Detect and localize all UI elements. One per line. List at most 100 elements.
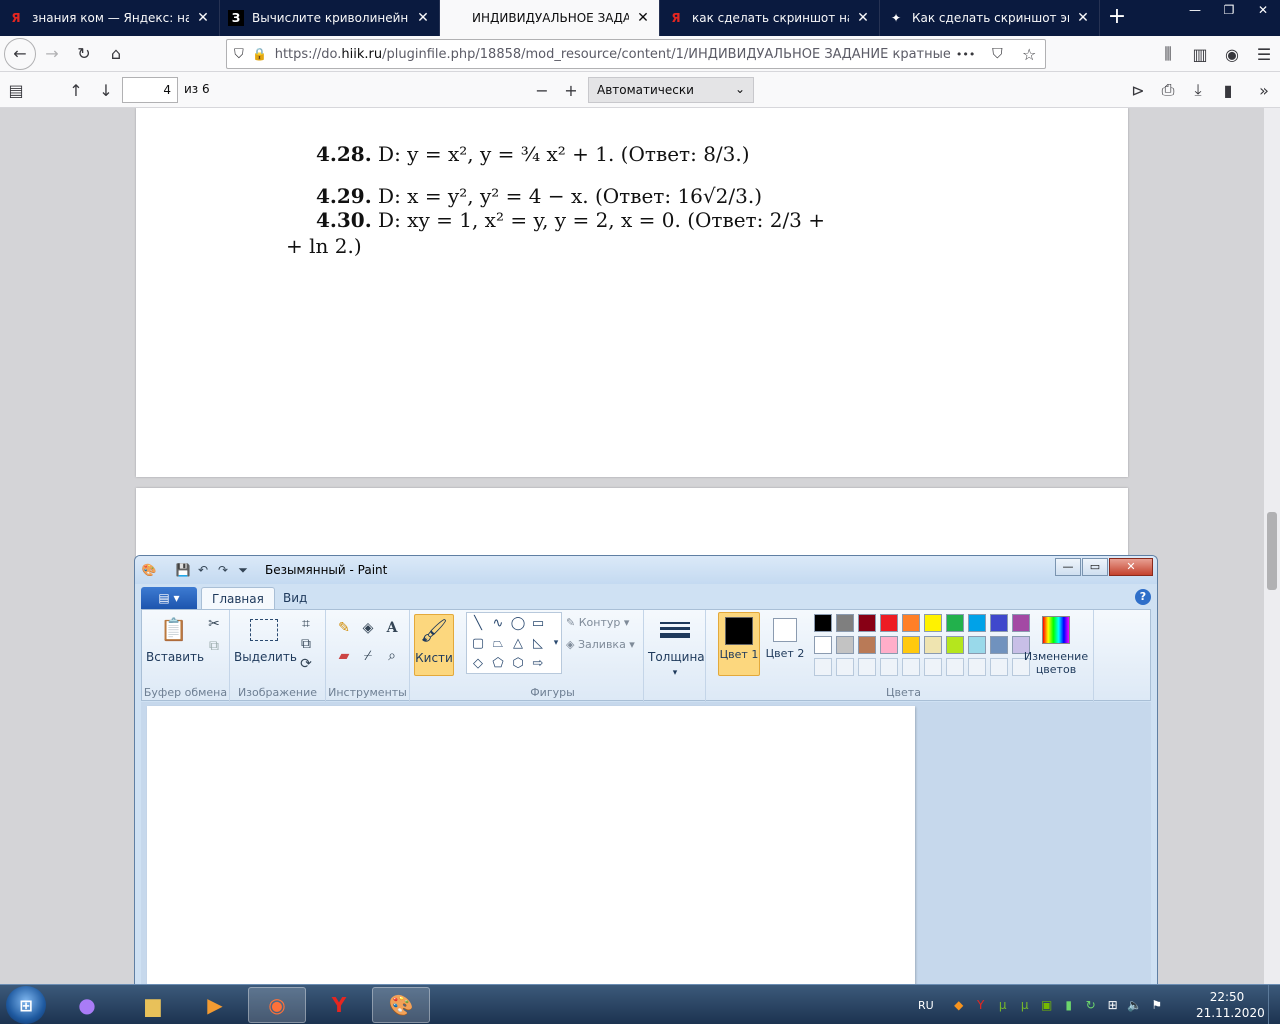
magnifier-icon[interactable]: ⌕ [382, 646, 402, 666]
eraser-icon[interactable]: ▰ [334, 646, 354, 666]
edit-colors-button[interactable]: Изменение цветов [1022, 614, 1090, 676]
home-icon[interactable]: ⌂ [100, 38, 132, 70]
rotate-icon[interactable]: ⟳ [296, 654, 316, 674]
drawing-canvas[interactable] [147, 706, 915, 984]
rounded-rectangle-shape-icon[interactable]: ▢ [469, 634, 487, 652]
library-icon[interactable]: ⫼ [1152, 38, 1184, 70]
forward-button[interactable]: → [36, 38, 68, 70]
custom-color-slot[interactable] [968, 658, 986, 676]
custom-color-slot[interactable] [924, 658, 942, 676]
customize-qat-icon[interactable]: ⏷ [235, 562, 251, 578]
right-triangle-shape-icon[interactable]: ◺ [529, 634, 547, 652]
sidebar-icon[interactable]: ▥ [1184, 38, 1216, 70]
lock-icon[interactable]: 🔒 [251, 38, 269, 70]
browser-tab[interactable]: З Вычислите криволинейный интеграл ✕ [220, 0, 440, 36]
next-page-button[interactable]: ↓ [92, 76, 120, 104]
select-button[interactable]: Выделить [234, 614, 297, 664]
palette-swatch[interactable] [836, 614, 854, 632]
print-icon[interactable]: ⎙ [1154, 76, 1182, 104]
palette-swatch[interactable] [902, 636, 920, 654]
arrow-shape-icon[interactable]: ⇨ [529, 654, 547, 672]
previous-page-button[interactable]: ↑ [62, 76, 90, 104]
presentation-mode-icon[interactable]: ⊳ [1124, 76, 1152, 104]
odnoklassniki-icon[interactable]: ◆ [950, 996, 968, 1014]
download-icon[interactable]: ⤓ [1184, 76, 1212, 104]
line-shape-icon[interactable]: ╲ [469, 614, 487, 632]
bookmark-icon[interactable]: ▮ [1214, 76, 1242, 104]
palette-swatch[interactable] [946, 614, 964, 632]
taskbar-yandex-browser-icon[interactable]: Y [310, 987, 368, 1023]
paint-maximize-button[interactable]: ▭ [1082, 558, 1108, 576]
start-button[interactable]: ⊞ [6, 986, 46, 1024]
palette-swatch[interactable] [858, 636, 876, 654]
close-tab-icon[interactable]: ✕ [1075, 10, 1091, 26]
browser-tab[interactable]: Язнания ком — Яндекс: нашлось ✕ [0, 0, 220, 36]
minimize-button[interactable]: — [1178, 0, 1212, 22]
brushes-button[interactable]: 🖌 Кисти [414, 614, 454, 676]
palette-swatch[interactable] [924, 614, 942, 632]
pdf-scrollbar[interactable] [1264, 108, 1280, 984]
color2-button[interactable]: Цвет 2 [764, 612, 806, 676]
save-icon[interactable]: 💾 [175, 562, 191, 578]
palette-swatch[interactable] [858, 614, 876, 632]
paste-button[interactable]: 📋 Вставить [146, 614, 204, 665]
custom-color-slot[interactable] [836, 658, 854, 676]
close-window-button[interactable]: ✕ [1246, 0, 1280, 22]
tools-menu-icon[interactable]: » [1250, 76, 1278, 104]
palette-swatch[interactable] [902, 614, 920, 632]
palette-swatch[interactable] [836, 636, 854, 654]
cut-icon[interactable]: ✂ [204, 614, 224, 634]
help-icon[interactable]: ? [1135, 589, 1151, 605]
language-indicator[interactable]: RU [918, 999, 934, 1012]
thickness-button[interactable]: Толщина ▾ [648, 614, 705, 678]
palette-swatch[interactable] [990, 614, 1008, 632]
back-button[interactable]: ← [4, 37, 36, 70]
taskbar-paint-icon[interactable]: 🎨 [372, 987, 430, 1023]
shapes-scroll-icon[interactable]: ▾ [547, 634, 565, 652]
palette-swatch[interactable] [968, 614, 986, 632]
palette-swatch[interactable] [924, 636, 942, 654]
palette-swatch[interactable] [880, 614, 898, 632]
update-icon[interactable]: ↻ [1082, 996, 1100, 1014]
tab-home[interactable]: Главная [201, 587, 275, 609]
volume-icon[interactable]: 🔈 [1126, 996, 1144, 1014]
undo-icon[interactable]: ↶ [195, 562, 211, 578]
custom-color-slot[interactable] [946, 658, 964, 676]
browser-tab[interactable]: ✦ Как сделать скриншот экрана ✕ [880, 0, 1100, 36]
zoom-out-button[interactable]: − [528, 76, 556, 104]
pocket-icon[interactable]: ⛉ [981, 38, 1013, 70]
zoom-select[interactable]: Автоматически ⌄ [588, 77, 754, 103]
paint-minimize-button[interactable]: — [1055, 558, 1081, 576]
palette-swatch[interactable] [990, 636, 1008, 654]
fill-button[interactable]: ◈ Заливка ▾ [566, 638, 635, 651]
color-picker-icon[interactable]: ⌿ [358, 646, 378, 666]
tab-view[interactable]: Вид [273, 587, 317, 609]
tracking-shield-icon[interactable]: ⛉ [227, 38, 251, 70]
zoom-in-button[interactable]: + [557, 76, 585, 104]
close-tab-icon[interactable]: ✕ [195, 10, 211, 26]
palette-swatch[interactable] [814, 636, 832, 654]
url-bar[interactable]: ⛉ 🔒 https://do.hiik.ru/pluginfile.php/18… [226, 39, 1046, 69]
resize-icon[interactable]: ⧉ [296, 634, 316, 654]
page-actions-icon[interactable]: ••• [950, 38, 982, 70]
utorrent-icon[interactable]: μ [1016, 996, 1034, 1014]
polygon-shape-icon[interactable]: ⏢ [489, 634, 507, 652]
yandex-tray-icon[interactable]: Y [972, 996, 990, 1014]
bookmark-star-icon[interactable]: ☆ [1013, 38, 1045, 70]
close-tab-icon[interactable]: ✕ [415, 10, 431, 26]
taskbar-media-player-icon[interactable]: ▶ [186, 987, 244, 1023]
network-activity-icon[interactable]: ▮ [1060, 996, 1078, 1014]
custom-color-slot[interactable] [880, 658, 898, 676]
oval-shape-icon[interactable]: ◯ [509, 614, 527, 632]
diamond-shape-icon[interactable]: ◇ [469, 654, 487, 672]
custom-color-slot[interactable] [858, 658, 876, 676]
crop-icon[interactable]: ⌗ [296, 614, 316, 634]
color1-button[interactable]: Цвет 1 [718, 612, 760, 676]
fill-bucket-icon[interactable]: ◈ [358, 618, 378, 638]
taskbar-explorer-icon[interactable]: ▆ [124, 987, 182, 1023]
reload-button[interactable]: ↻ [68, 38, 100, 70]
restore-button[interactable]: ❐ [1212, 0, 1246, 22]
paint-close-button[interactable]: ✕ [1109, 558, 1153, 576]
close-tab-icon[interactable]: ✕ [855, 10, 871, 26]
palette-swatch[interactable] [946, 636, 964, 654]
